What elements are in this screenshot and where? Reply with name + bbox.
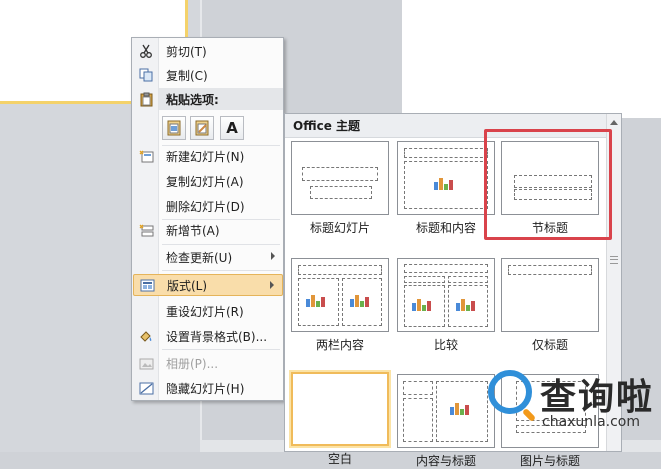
annotation-highlight [484, 129, 612, 240]
menu-item-new-slide[interactable]: 新建幻灯片(N) [133, 145, 283, 167]
chevron-right-icon [270, 281, 274, 289]
magnifier-logo-icon [488, 370, 532, 414]
layout-thumbnail [291, 141, 389, 215]
layout-title-slide[interactable]: 标题幻灯片 [291, 141, 389, 236]
layout-title-only[interactable]: 仅标题 [501, 258, 599, 353]
photo-album-icon [133, 352, 159, 374]
menu-separator [162, 349, 280, 350]
content-placeholder-icon [306, 293, 330, 307]
menu-item-hide-slide[interactable]: 隐藏幻灯片(H) [133, 377, 283, 399]
menu-item-check-updates[interactable]: 检查更新(U) [133, 246, 283, 268]
new-slide-icon [133, 145, 159, 167]
menu-item-label: 删除幻灯片(D) [166, 199, 245, 214]
menu-item-label: 新建幻灯片(N) [166, 149, 245, 164]
menu-item-label: 设置背景格式(B)... [166, 329, 268, 344]
layout-thumbnail [291, 372, 389, 446]
layout-thumbnail [291, 258, 389, 332]
content-placeholder-icon [450, 401, 474, 415]
layout-caption: 标题幻灯片 [309, 221, 370, 235]
menu-separator [162, 244, 280, 245]
menu-item-label: 复制幻灯片(A) [166, 174, 244, 189]
watermark-domain: chaxunla.com [542, 414, 640, 430]
menu-item-label: 相册(P)... [166, 356, 219, 371]
content-placeholder-icon [412, 297, 436, 311]
menu-item-label: 新增节(A) [166, 223, 220, 238]
menu-item-layout[interactable]: 版式(L) [133, 274, 283, 296]
layout-caption: 仅标题 [531, 338, 568, 352]
format-background-icon [133, 325, 159, 347]
slide-canvas[interactable] [402, 0, 661, 118]
layout-two-content[interactable]: 两栏内容 [291, 258, 389, 353]
menu-item-duplicate-slide[interactable]: 复制幻灯片(A) [133, 170, 283, 192]
chevron-right-icon [271, 252, 275, 260]
layout-thumbnail [397, 374, 495, 448]
watermark-logo: 查询啦 chaxunla.com [484, 366, 661, 446]
paste-options-icon-cell [133, 88, 159, 110]
layout-comparison[interactable]: 比较 [397, 258, 495, 353]
menu-item-cut[interactable]: 剪切(T) [133, 40, 283, 62]
layout-title-and-content[interactable]: 标题和内容 [397, 141, 495, 236]
watermark-title: 查询啦 [540, 377, 655, 418]
menu-item-delete-slide[interactable]: 删除幻灯片(D) [133, 195, 283, 217]
paste-destination-theme-button[interactable] [162, 116, 186, 140]
layout-caption: 两栏内容 [315, 338, 364, 352]
menu-item-label: 检查更新(U) [166, 250, 233, 265]
scissors-icon [133, 40, 159, 62]
menu-item-label: 重设幻灯片(R) [166, 304, 244, 319]
clipboard-icon [133, 88, 159, 110]
scroll-grip-icon[interactable] [610, 256, 618, 264]
use-destination-theme-icon [167, 120, 181, 136]
menu-item-label: 剪切(T) [166, 44, 207, 59]
layout-blank[interactable]: 空白 [291, 372, 389, 467]
menu-separator [162, 270, 280, 271]
layout-caption: 比较 [433, 338, 458, 352]
menu-item-reset-slide[interactable]: 重设幻灯片(R) [133, 300, 283, 322]
context-menu: 剪切(T) 复制(C) 粘贴选项: A 新建幻灯片(N) 复制幻灯片(A) 删除… [131, 37, 284, 401]
paste-options-heading: 粘贴选项: [159, 88, 283, 110]
layout-thumbnail [397, 258, 495, 332]
layout-caption: 空白 [327, 452, 352, 466]
layout-caption: 图片与标题 [519, 454, 580, 468]
keep-text-only-icon: A [226, 119, 238, 137]
layout-caption: 标题和内容 [415, 221, 476, 235]
menu-item-copy[interactable]: 复制(C) [133, 64, 283, 86]
menu-item-photo-album: 相册(P)... [133, 352, 283, 374]
menu-item-label: 隐藏幻灯片(H) [166, 381, 245, 396]
copy-icon [133, 64, 159, 86]
layout-caption: 内容与标题 [415, 454, 476, 468]
layout-icon [134, 274, 160, 296]
content-placeholder-icon [434, 176, 458, 190]
menu-item-label: 版式(L) [167, 278, 208, 293]
layout-content-with-caption[interactable]: 内容与标题 [397, 374, 495, 469]
layout-thumbnail [501, 258, 599, 332]
menu-item-label: 复制(C) [166, 68, 208, 83]
menu-item-add-section[interactable]: 新增节(A) [133, 219, 283, 241]
hide-slide-icon [133, 377, 159, 399]
menu-item-format-background[interactable]: 设置背景格式(B)... [133, 325, 283, 347]
keep-source-formatting-icon [195, 120, 209, 136]
layout-thumbnail [397, 141, 495, 215]
scroll-up-icon[interactable] [610, 120, 618, 125]
paste-keep-source-button[interactable] [190, 116, 214, 140]
paste-text-only-button[interactable]: A [220, 116, 244, 140]
content-placeholder-icon [350, 293, 374, 307]
content-placeholder-icon [456, 297, 480, 311]
new-section-icon [133, 219, 159, 241]
